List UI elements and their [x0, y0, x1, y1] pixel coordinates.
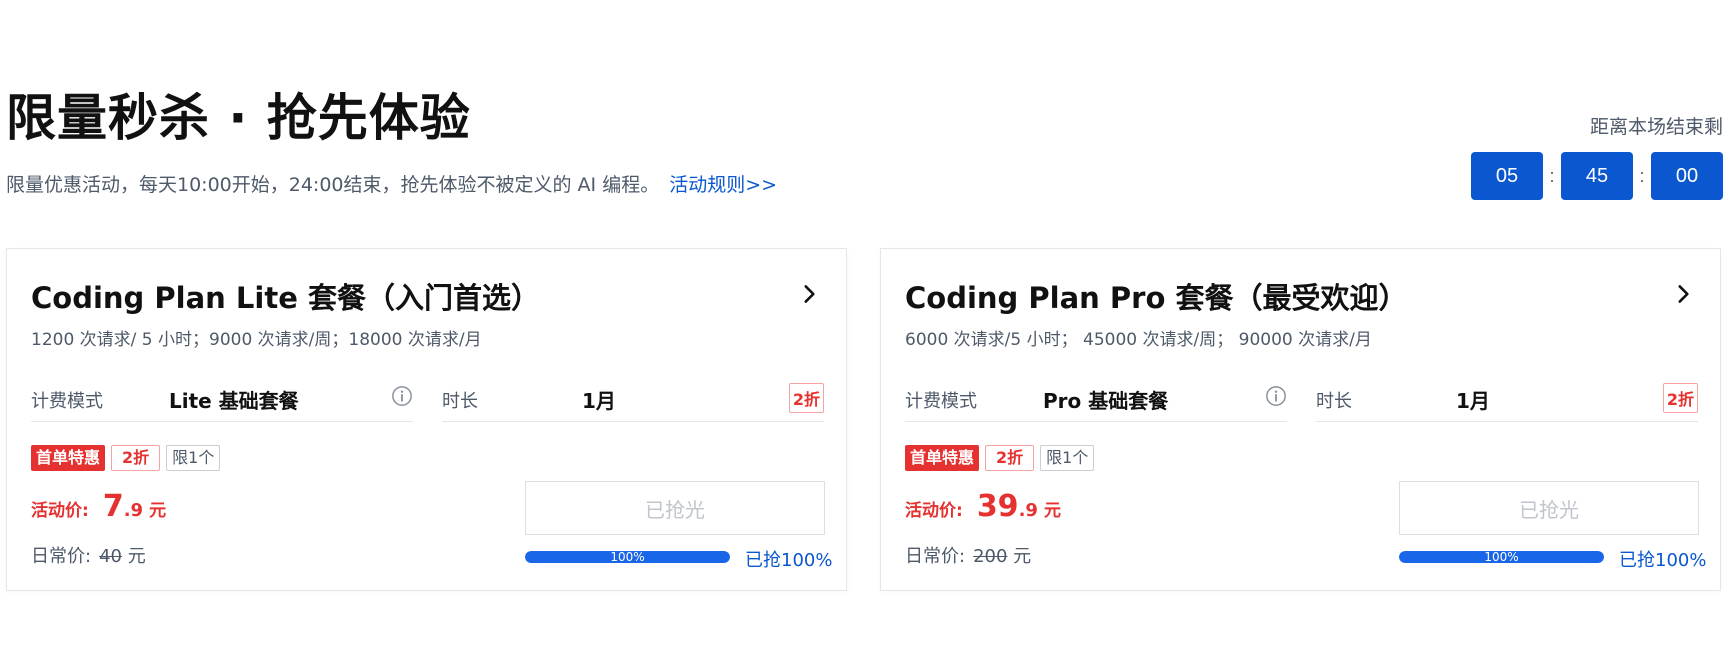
countdown-separator: : [1639, 165, 1645, 186]
page-title: 限量秒杀 · 抢先体验 [6, 89, 471, 147]
info-icon[interactable] [1265, 385, 1287, 407]
billing-mode-label: 计费模式 [905, 391, 977, 412]
promo-tags: 首单特惠 2折 限1个 [905, 445, 1095, 471]
duration-label: 时长 [1316, 391, 1352, 412]
activity-price-label: 活动价: [31, 501, 89, 521]
sales-progress-bar: 100% [525, 551, 730, 563]
plan-title[interactable]: Coding Plan Pro 套餐（最受欢迎） [905, 275, 1408, 317]
regular-price: 日常价: 40 元 [31, 542, 146, 568]
billing-mode-row: 计费模式 Pro 基础套餐 [905, 377, 1287, 422]
plan-quota: 6000 次请求/5 小时； 45000 次请求/周； 90000 次请求/月 [905, 330, 1372, 350]
duration-label: 时长 [442, 391, 478, 412]
activity-price-label: 活动价: [905, 501, 963, 521]
chevron-right-icon[interactable] [796, 281, 822, 307]
plan-quota: 1200 次请求/ 5 小时；9000 次请求/周；18000 次请求/月 [31, 330, 482, 350]
price-unit: 元 [1043, 501, 1061, 521]
regular-price-label: 日常价: [31, 546, 92, 567]
page-subtitle: 限量优惠活动，每天10:00开始，24:00结束，抢先体验不被定义的 AI 编程… [6, 170, 777, 197]
duration-row: 时长 1月 2折 [442, 377, 824, 422]
billing-mode-label: 计费模式 [31, 391, 103, 412]
duration-row: 时长 1月 2折 [1316, 377, 1698, 422]
duration-value[interactable]: 1月 [1456, 385, 1490, 414]
rules-link[interactable]: 活动规则>> [669, 174, 777, 196]
price-integer: 39 [976, 489, 1019, 524]
plan-card-lite: Coding Plan Lite 套餐（入门首选） 1200 次请求/ 5 小时… [6, 248, 847, 591]
info-icon[interactable] [391, 385, 413, 407]
regular-price-unit: 元 [127, 546, 146, 567]
subtitle-text: 限量优惠活动，每天10:00开始，24:00结束，抢先体验不被定义的 AI 编程… [6, 174, 660, 196]
regular-price-value: 40 [99, 546, 122, 567]
regular-price-label: 日常价: [905, 546, 966, 567]
sold-out-button[interactable]: 已抢光 [525, 481, 825, 535]
first-order-tag: 首单特惠 [31, 445, 106, 471]
discount-tag: 2折 [111, 445, 161, 471]
countdown-hours: 05 [1471, 152, 1543, 200]
first-order-tag: 首单特惠 [905, 445, 980, 471]
countdown-timer: 05 : 45 : 00 [1471, 152, 1723, 200]
regular-price: 日常价: 200 元 [905, 542, 1031, 568]
price-decimal: .9 [1018, 500, 1038, 521]
duration-discount-badge: 2折 [1662, 383, 1698, 413]
billing-mode-row: 计费模式 Lite 基础套餐 [31, 377, 413, 422]
limit-tag: 限1个 [166, 445, 221, 471]
countdown-separator: : [1549, 165, 1555, 186]
progress-text: 已抢100% [745, 550, 833, 571]
price-unit: 元 [149, 501, 167, 521]
countdown-label: 距离本场结束剩 [1589, 116, 1723, 138]
countdown-seconds: 00 [1651, 152, 1723, 200]
progress-fill: 100% [525, 551, 730, 563]
discount-tag: 2折 [985, 445, 1035, 471]
duration-discount-badge: 2折 [788, 383, 824, 413]
progress-fill: 100% [1399, 551, 1604, 563]
price-integer: 7 [102, 489, 124, 524]
activity-price: 活动价: 7.9 元 [31, 489, 166, 524]
chevron-right-icon[interactable] [1670, 281, 1696, 307]
price-decimal: .9 [123, 500, 144, 521]
regular-price-unit: 元 [1013, 546, 1032, 567]
sold-out-button[interactable]: 已抢光 [1399, 481, 1699, 535]
limit-tag: 限1个 [1040, 445, 1095, 471]
duration-value[interactable]: 1月 [582, 385, 616, 414]
sales-progress-bar: 100% [1399, 551, 1604, 563]
activity-price: 活动价: 39.9 元 [905, 489, 1061, 524]
promo-tags: 首单特惠 2折 限1个 [31, 445, 221, 471]
billing-mode-value: Pro 基础套餐 [1043, 389, 1169, 413]
billing-mode-value: Lite 基础套餐 [169, 389, 299, 413]
plan-card-pro: Coding Plan Pro 套餐（最受欢迎） 6000 次请求/5 小时； … [880, 248, 1721, 591]
plan-title[interactable]: Coding Plan Lite 套餐（入门首选） [31, 275, 540, 317]
progress-text: 已抢100% [1619, 550, 1707, 571]
regular-price-value: 200 [973, 546, 1008, 567]
countdown-minutes: 45 [1561, 152, 1633, 200]
